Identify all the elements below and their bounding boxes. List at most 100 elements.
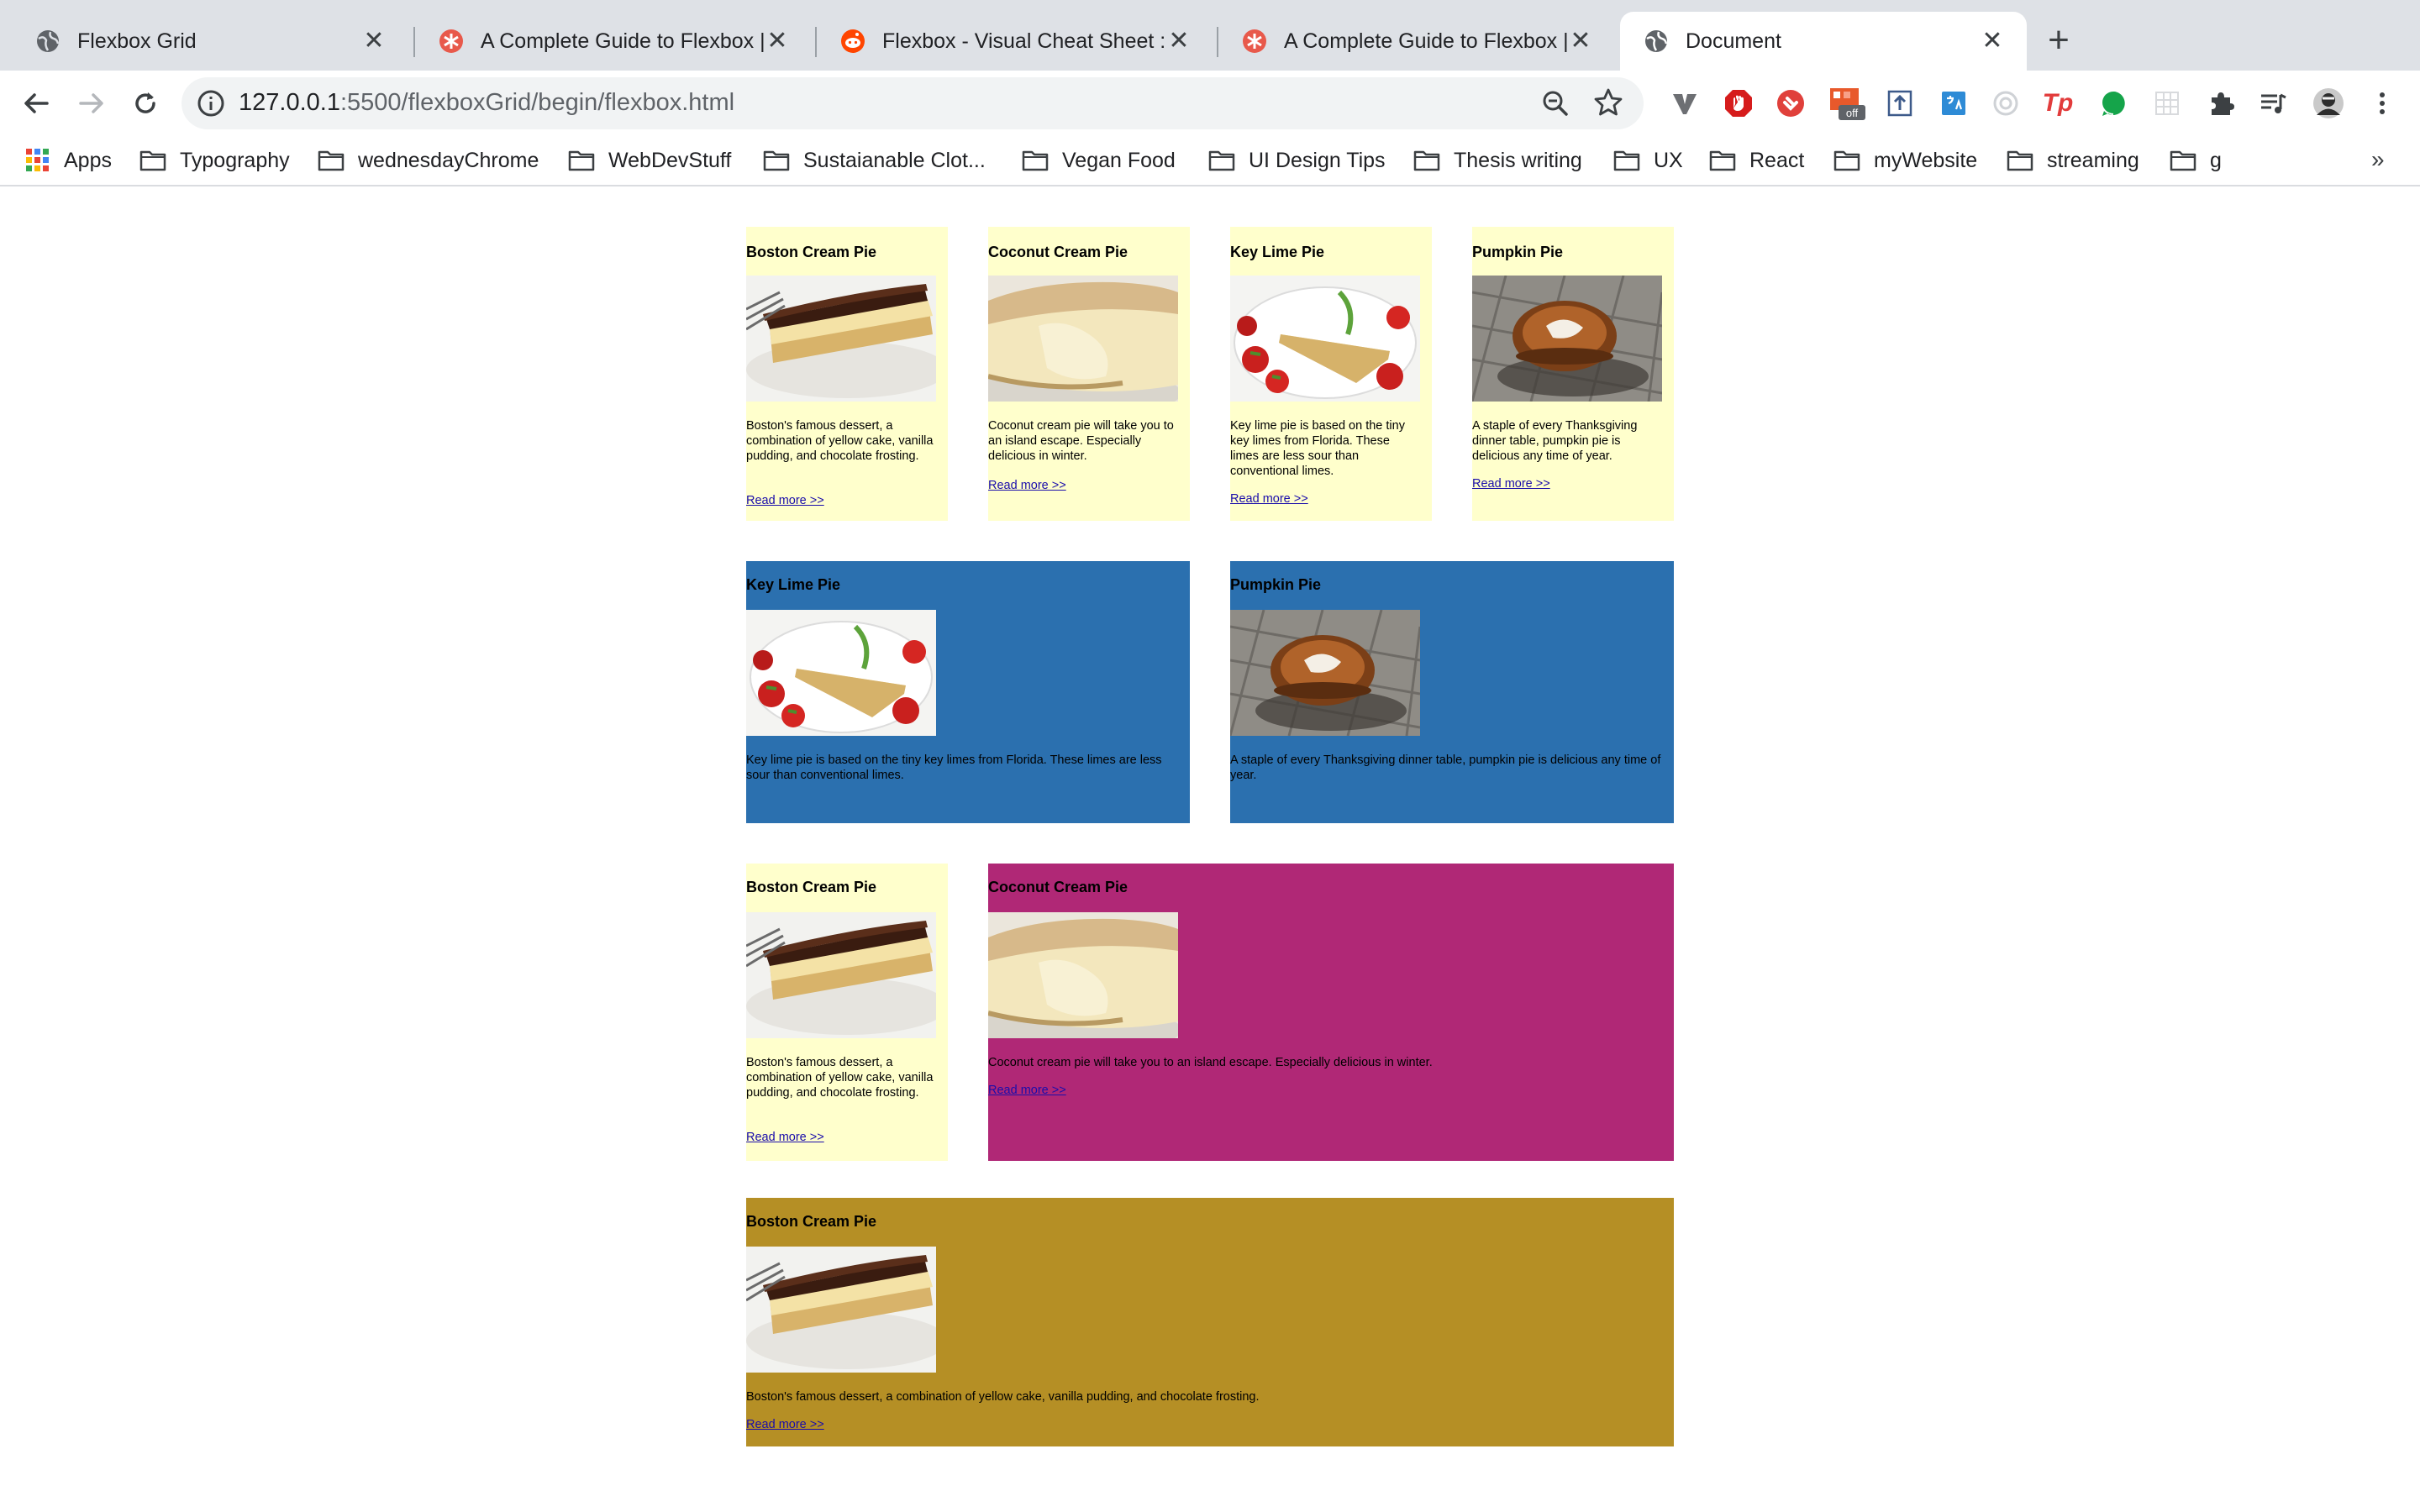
bookmark-label: Typography <box>180 148 290 172</box>
read-more-link[interactable]: Read more >> <box>988 479 1066 492</box>
bookmark-folder-g[interactable]: g <box>2170 144 2222 176</box>
back-button[interactable] <box>15 82 57 124</box>
forward-button[interactable] <box>71 82 113 124</box>
folder-icon <box>1833 150 1860 171</box>
folder-icon <box>139 150 166 171</box>
avatar-icon[interactable] <box>2312 87 2344 119</box>
info-icon[interactable] <box>197 89 225 118</box>
bookmark-label: React <box>1749 148 1805 172</box>
tab-complete-guide-flexbox-1[interactable]: A Complete Guide to Flexbox | ✕ <box>415 12 812 71</box>
address-host: 127.0.0.1 <box>239 89 340 116</box>
tab-complete-guide-flexbox-2[interactable]: A Complete Guide to Flexbox | ✕ <box>1218 12 1615 71</box>
card-description: Key lime pie is based on the tiny key li… <box>746 753 1162 782</box>
translate-icon[interactable] <box>1938 87 1970 119</box>
bookmark-label: Thesis writing <box>1454 148 1582 172</box>
folder-icon <box>2007 150 2033 171</box>
grid-icon[interactable] <box>2151 87 2183 119</box>
card-pumpkin-pie-wide: Pumpkin Pie A staple of every Thanksgivi… <box>1230 561 1674 823</box>
bookmark-folder-webdevstuff[interactable]: WebDevStuff <box>568 144 731 176</box>
card-title: Boston Cream Pie <box>746 1213 877 1230</box>
wappalyzer-off-icon[interactable]: off <box>1828 87 1865 120</box>
playlist-icon[interactable] <box>2257 87 2289 119</box>
card-title: Pumpkin Pie <box>1472 244 1564 260</box>
key-lime-pie-image <box>1230 276 1420 402</box>
css-tricks-icon <box>1242 29 1267 54</box>
pumpkin-pie-image <box>1472 276 1662 402</box>
bookmark-folder-mywebsite[interactable]: myWebsite <box>1833 144 1977 176</box>
bookmarks-bar: Apps Typography wednesdayChrome WebDevSt… <box>0 136 2420 186</box>
close-icon[interactable]: ✕ <box>363 29 385 54</box>
adblock-icon[interactable] <box>1723 87 1754 119</box>
bookmark-apps[interactable]: Apps <box>25 144 112 176</box>
spinner-icon[interactable] <box>1990 87 2022 119</box>
address-url[interactable]: 127.0.0.1:5500/flexboxGrid/begin/flexbox… <box>239 89 734 117</box>
bookmarks-overflow-button[interactable]: » <box>2371 146 2385 173</box>
tab-flexbox-visual-cheat-sheet[interactable]: Flexbox - Visual Cheat Sheet : ✕ <box>817 12 1213 71</box>
close-icon[interactable]: ✕ <box>1981 29 2003 54</box>
bookmark-folder-sustainable-clothing[interactable]: Sustaianable Clot... <box>763 144 986 176</box>
card-boston-cream-pie: Boston Cream Pie Boston's famous dessert… <box>746 864 948 1161</box>
bookmark-label: Apps <box>64 148 112 172</box>
bookmark-star-icon[interactable] <box>1593 87 1623 118</box>
tab-title: A Complete Guide to Flexbox | <box>1284 29 1569 53</box>
bookmark-label: WebDevStuff <box>608 148 732 172</box>
bookmark-folder-typography[interactable]: Typography <box>139 144 290 176</box>
upload-icon[interactable] <box>1884 87 1916 119</box>
bookmark-label: Vegan Food <box>1062 148 1176 172</box>
tp-icon[interactable]: Tp <box>2042 87 2074 119</box>
card-description: Boston's famous dessert, a combination o… <box>746 1056 934 1100</box>
vimium-icon[interactable] <box>1669 87 1701 119</box>
card-key-lime-pie-wide: Key Lime Pie Key lime pie is based on th… <box>746 561 1190 823</box>
folder-icon <box>1208 150 1235 171</box>
globe-icon <box>35 29 60 54</box>
read-more-link[interactable]: Read more >> <box>746 1131 824 1144</box>
read-more-link[interactable]: Read more >> <box>746 1418 824 1431</box>
forward-arrow-icon <box>79 93 103 113</box>
pocket-icon[interactable] <box>1775 87 1807 119</box>
card-boston-cream-pie-full: Boston Cream Pie Boston's famous dessert… <box>746 1198 1674 1446</box>
tab-document[interactable]: Document ✕ <box>1620 12 2027 71</box>
read-more-link[interactable]: Read more >> <box>746 494 824 507</box>
bookmark-folder-ui-design-tips[interactable]: UI Design Tips <box>1208 144 1386 176</box>
card-description: Boston's famous dessert, a combination o… <box>746 1390 1260 1404</box>
card-title: Coconut Cream Pie <box>988 244 1128 260</box>
bookmark-folder-react[interactable]: React <box>1709 144 1804 176</box>
tab-title: Flexbox Grid <box>77 29 197 53</box>
key-lime-pie-image <box>746 610 936 736</box>
close-icon[interactable]: ✕ <box>1168 29 1190 54</box>
apps-grid-icon <box>26 149 49 171</box>
card-title: Key Lime Pie <box>1230 244 1325 260</box>
read-more-link[interactable]: Read more >> <box>1230 492 1308 506</box>
bookmark-folder-streaming[interactable]: streaming <box>2007 144 2139 176</box>
coconut-cream-pie-image <box>988 276 1178 402</box>
kebab-menu-icon[interactable] <box>2366 87 2398 119</box>
card-boston-cream-pie: Boston Cream Pie Boston's famous dessert… <box>746 227 948 521</box>
tab-flexbox-grid[interactable]: Flexbox Grid ✕ <box>12 12 408 71</box>
zoom-icon[interactable] <box>1541 89 1570 118</box>
close-icon[interactable]: ✕ <box>1570 29 1591 54</box>
puzzle-icon[interactable] <box>2205 87 2237 119</box>
folder-icon <box>763 150 790 171</box>
tab-title: Flexbox - Visual Cheat Sheet : <box>882 29 1166 53</box>
bookmark-label: myWebsite <box>1874 148 1978 172</box>
bookmark-folder-wednesdaychrome[interactable]: wednesdayChrome <box>318 144 539 176</box>
bookmark-label: wednesdayChrome <box>358 148 539 172</box>
card-coconut-cream-pie-wide: Coconut Cream Pie Coconut cream pie will… <box>988 864 1674 1161</box>
new-tab-button[interactable]: + <box>2040 22 2077 60</box>
card-description: Coconut cream pie will take you to an is… <box>988 419 1174 463</box>
address-bar[interactable]: 127.0.0.1:5500/flexboxGrid/begin/flexbox… <box>182 77 1644 129</box>
reload-icon <box>135 92 155 113</box>
bookmark-folder-vegan-food[interactable]: Vegan Food <box>1022 144 1176 176</box>
bookmark-folder-ux[interactable]: UX <box>1613 144 1683 176</box>
read-more-link[interactable]: Read more >> <box>988 1084 1066 1097</box>
reload-button[interactable] <box>124 82 166 124</box>
grammarly-icon[interactable] <box>2097 87 2129 119</box>
pumpkin-pie-image <box>1230 610 1420 736</box>
coconut-cream-pie-image <box>988 912 1178 1038</box>
bookmark-label: streaming <box>2047 148 2139 172</box>
close-icon[interactable]: ✕ <box>766 29 788 54</box>
read-more-link[interactable]: Read more >> <box>1472 477 1550 491</box>
folder-icon <box>568 150 595 171</box>
card-pumpkin-pie: Pumpkin Pie A staple of every Thanksgivi… <box>1472 227 1674 521</box>
bookmark-folder-thesis-writing[interactable]: Thesis writing <box>1413 144 1582 176</box>
